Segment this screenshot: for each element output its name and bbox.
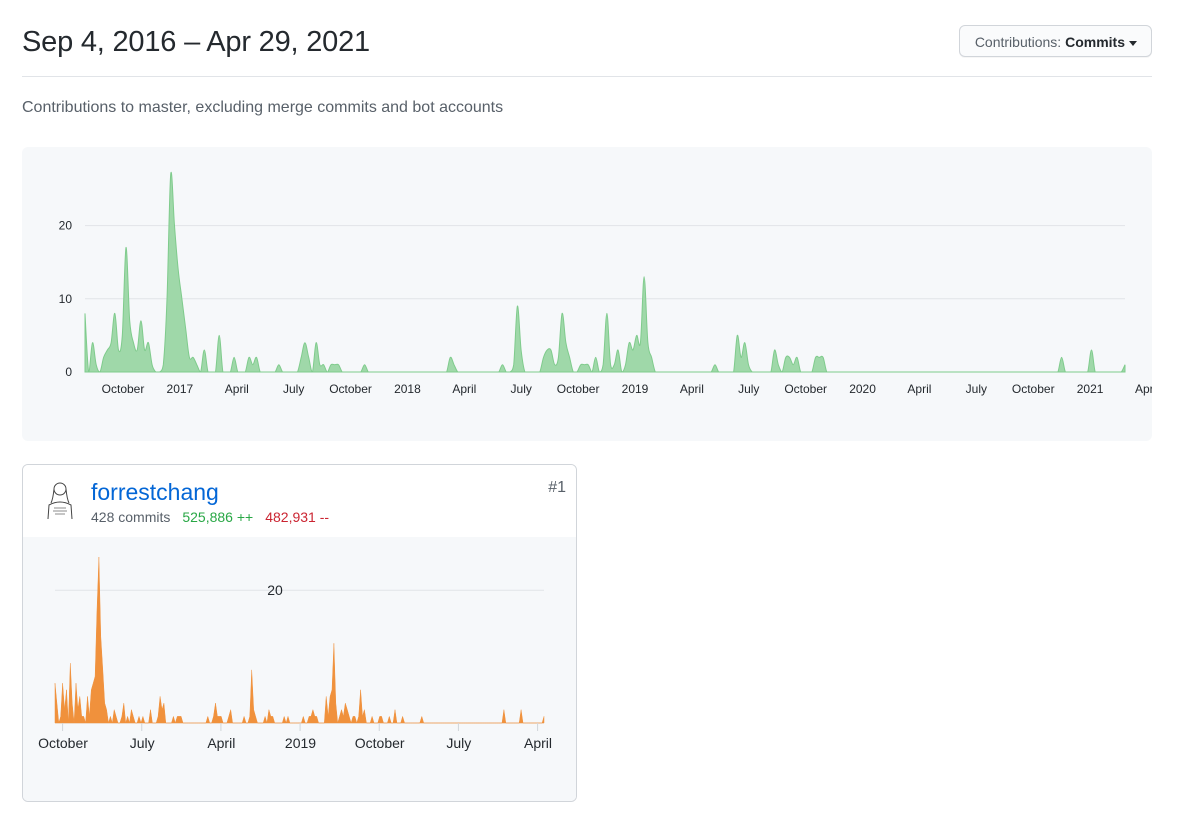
x-tick-label: April xyxy=(680,382,704,396)
page-header: Sep 4, 2016 – Apr 29, 2021 Contributions… xyxy=(22,20,1152,77)
contributions-area xyxy=(84,171,1126,373)
x-tick-label: April xyxy=(1135,382,1152,396)
contributor-stats: 428 commits 525,886 ++ 482,931 -- xyxy=(91,509,329,525)
main-chart-svg: 0 10 20 October 2017 April July October 2018 Apri… xyxy=(59,171,1152,396)
x-tick-label: April xyxy=(907,382,931,396)
x-tick-label: 2021 xyxy=(1077,382,1104,396)
x-tick-label: October xyxy=(329,382,372,396)
x-tick-label: October xyxy=(102,382,145,396)
caret-down-icon xyxy=(1129,40,1137,46)
x-tick-label: July xyxy=(446,735,471,751)
contributor-card: forrestchang 428 commits 525,886 ++ 482,93… xyxy=(22,464,577,802)
avatar[interactable] xyxy=(39,479,81,521)
y-tick-label: 20 xyxy=(59,219,73,233)
contributor-area xyxy=(54,556,545,724)
contributions-value: Commits xyxy=(1065,34,1125,50)
x-tick-label: July xyxy=(130,735,155,751)
x-tick-label: October xyxy=(784,382,827,396)
x-tick-label: October xyxy=(1012,382,1055,396)
y-tick-label: 0 xyxy=(65,365,72,379)
chart-subtitle: Contributions to master, excluding merge… xyxy=(22,99,504,116)
x-tick-label: July xyxy=(283,382,304,396)
commit-count[interactable]: 428 commits xyxy=(91,509,170,525)
contributor-username-link[interactable]: forrestchang xyxy=(91,479,219,506)
x-tick-label: 2019 xyxy=(285,735,316,751)
contributor-rank: #1 xyxy=(548,479,566,496)
y-tick-label: 10 xyxy=(59,292,73,306)
contributor-card-header: forrestchang 428 commits 525,886 ++ 482,93… xyxy=(23,465,576,538)
x-tick-label: 2018 xyxy=(394,382,421,396)
contributor-chart-svg: 20 October July April 2019 October July April xyxy=(38,556,552,751)
main-contributions-chart: 0 10 20 October 2017 April July October 2018 Apri… xyxy=(22,147,1152,441)
deletions-count: 482,931 -- xyxy=(265,509,330,525)
x-tick-label: 2020 xyxy=(849,382,876,396)
x-tick-label: April xyxy=(207,735,235,751)
y-tick-label: 20 xyxy=(267,582,283,598)
contributor-chart: 20 October July April 2019 October July April xyxy=(23,537,576,801)
x-tick-label: April xyxy=(452,382,476,396)
x-tick-label: 2017 xyxy=(167,382,194,396)
x-tick-label: July xyxy=(511,382,532,396)
x-tick-label: 2019 xyxy=(622,382,649,396)
x-tick-label: October xyxy=(355,735,405,751)
x-tick-label: April xyxy=(524,735,552,751)
date-range-title: Sep 4, 2016 – Apr 29, 2021 xyxy=(22,26,370,58)
additions-count: 525,886 ++ xyxy=(182,509,254,525)
x-tick-label: October xyxy=(38,735,88,751)
x-tick-label: July xyxy=(966,382,987,396)
contributions-dropdown[interactable]: Contributions: Commits xyxy=(958,25,1152,57)
x-tick-label: April xyxy=(225,382,249,396)
contributions-label: Contributions: xyxy=(974,34,1062,50)
x-tick-label: October xyxy=(557,382,600,396)
x-tick-label: July xyxy=(738,382,759,396)
